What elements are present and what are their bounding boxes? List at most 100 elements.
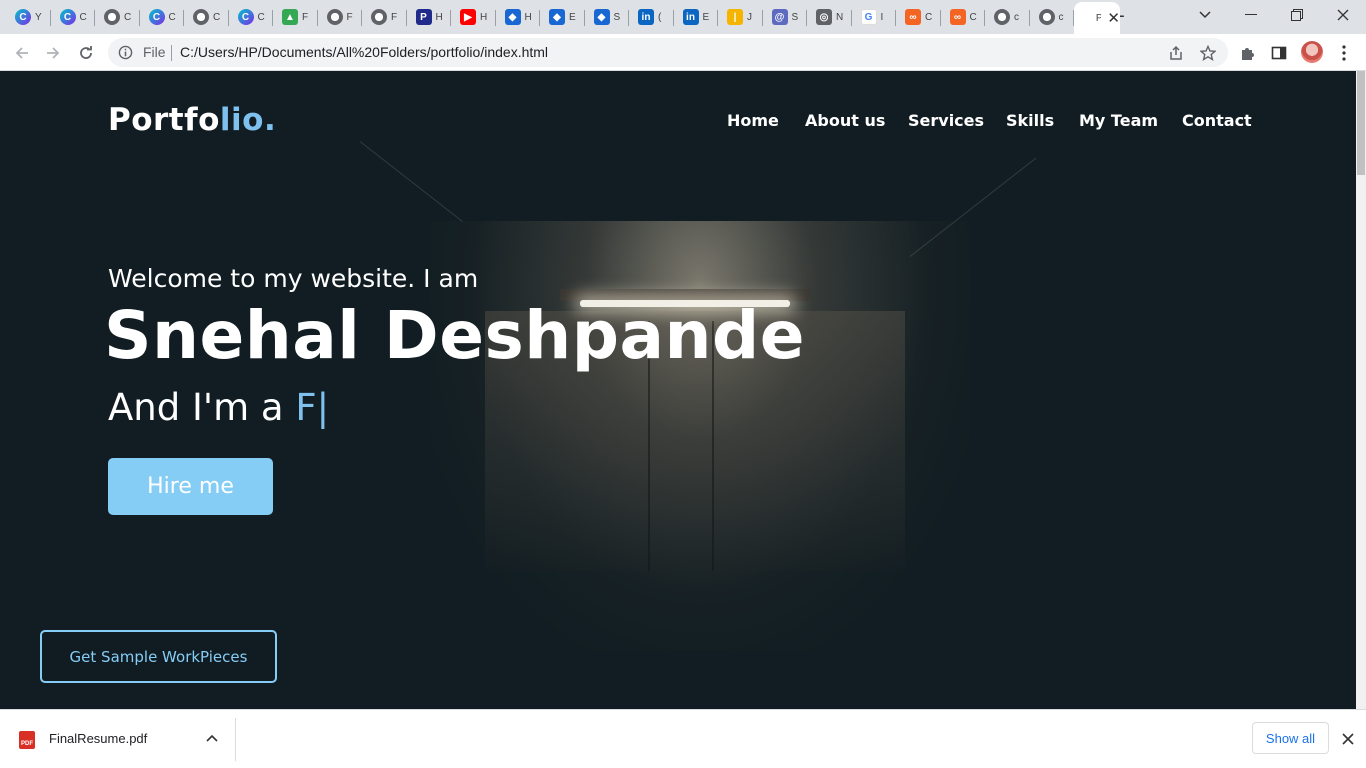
puzzle-icon — [1242, 48, 1254, 60]
nav-services[interactable]: Services — [908, 111, 984, 130]
address-divider — [171, 45, 172, 61]
extensions-button[interactable] — [1237, 43, 1257, 63]
back-button[interactable] — [9, 40, 35, 66]
hire-me-button[interactable]: Hire me — [108, 458, 273, 515]
chrome-icon: ◎ — [816, 9, 832, 25]
blue-arrow-icon: ◆ — [549, 9, 565, 25]
tab-title: H — [435, 11, 443, 23]
nav-home[interactable]: Home — [727, 111, 779, 130]
menu-button[interactable] — [1334, 43, 1354, 63]
browser-tab[interactable]: CC — [51, 3, 95, 31]
nav-about-us[interactable]: About us — [805, 111, 885, 130]
tab-active[interactable]: P ✕ — [1074, 2, 1120, 34]
site-logo[interactable]: Portfolio. — [108, 102, 276, 138]
forward-button[interactable] — [40, 40, 66, 66]
typed-role-text: F — [295, 386, 317, 429]
globe-icon — [1038, 9, 1055, 25]
tab-title: C — [257, 11, 265, 23]
close-tab-icon[interactable]: ✕ — [1107, 10, 1120, 26]
page-viewport: Portfolio. Home About us Services Skills… — [0, 71, 1356, 709]
side-panel-button[interactable] — [1269, 43, 1289, 63]
browser-tab[interactable]: | J — [718, 3, 763, 31]
tab-title: C — [969, 11, 977, 23]
tab-title: S — [791, 11, 799, 23]
google-icon: G — [860, 9, 877, 25]
browser-tab[interactable]: c — [985, 3, 1030, 31]
browser-tab-strip: + CYCCCCCCCC▲FFFPH▶H◆H◆E◆Sin(inE|J@S◎NGI… — [0, 0, 1366, 34]
browser-tab[interactable]: CY — [6, 3, 51, 31]
page-scrollbar[interactable] — [1356, 71, 1366, 709]
pinterest-icon: P — [415, 9, 432, 25]
linkedin-icon: in — [638, 9, 654, 25]
side-panel-icon — [1271, 46, 1287, 60]
kebab-menu-icon — [1342, 45, 1346, 61]
browser-tab[interactable]: F — [318, 3, 362, 31]
browser-tab[interactable]: ◎ N — [807, 3, 852, 31]
pdf-file-icon: PDF — [19, 731, 35, 749]
share-button[interactable] — [1166, 43, 1186, 63]
tab-title: E — [569, 11, 576, 23]
restore-button[interactable] — [1274, 0, 1320, 30]
orange-app-icon: ∞ — [949, 9, 966, 25]
tab-title: F — [346, 11, 353, 23]
close-download-shelf-button[interactable] — [1338, 729, 1358, 749]
browser-tab[interactable]: ◆ H — [496, 3, 540, 31]
browser-tab[interactable]: @ S — [763, 3, 807, 31]
tab-search-button[interactable] — [1182, 0, 1228, 30]
browser-tab[interactable]: ▶ H — [451, 3, 496, 31]
browser-tab[interactable]: CC — [140, 3, 184, 31]
globe-icon — [994, 9, 1010, 25]
browser-tab[interactable]: CC — [229, 3, 273, 31]
canva-icon: C — [15, 9, 31, 25]
minimize-button[interactable] — [1228, 0, 1274, 30]
nav-my-team[interactable]: My Team — [1079, 111, 1158, 130]
browser-tab[interactable]: ◆ E — [540, 3, 585, 31]
spiral-icon: @ — [771, 9, 788, 25]
back-arrow-icon — [15, 47, 28, 59]
hero-name: Snehal Deshpande — [104, 297, 805, 374]
hero-role-line: And I'm a F| — [108, 386, 329, 429]
show-all-downloads-button[interactable]: Show all — [1252, 722, 1329, 754]
browser-tab[interactable]: PH — [407, 3, 451, 31]
download-shelf: PDF FinalResume.pdf Show all — [0, 709, 1366, 768]
browser-tab[interactable]: F — [362, 3, 407, 31]
browser-tab[interactable]: C — [95, 3, 140, 31]
browser-tab[interactable]: C — [184, 3, 229, 31]
browser-tab[interactable]: GI — [852, 3, 896, 31]
info-icon[interactable] — [118, 45, 133, 60]
browser-tab[interactable]: ▲ F — [273, 3, 318, 31]
tab-title: ( — [658, 11, 662, 23]
browser-tab[interactable]: ∞ C — [941, 3, 985, 31]
profile-avatar[interactable] — [1301, 41, 1323, 63]
role-prefix: And I'm a — [108, 386, 296, 429]
browser-tab[interactable]: ∞ C — [896, 3, 941, 31]
tab-title: C — [925, 11, 933, 23]
close-window-button[interactable] — [1320, 0, 1366, 30]
tab-title: F — [391, 11, 398, 23]
chevron-up-icon[interactable] — [204, 730, 220, 746]
browser-tab[interactable]: ◆ S — [585, 3, 629, 31]
tab-title: Y — [35, 11, 42, 23]
address-bar[interactable]: File C:/Users/HP/Documents/All%20Folders… — [108, 38, 1228, 67]
download-item[interactable]: PDF FinalResume.pdf — [0, 718, 236, 761]
nav-contact[interactable]: Contact — [1182, 111, 1252, 130]
scrollbar-thumb[interactable] — [1357, 71, 1365, 175]
browser-tab[interactable]: c — [1030, 3, 1074, 31]
youtube-icon: ▶ — [460, 9, 476, 25]
sample-workpieces-button[interactable]: Get Sample WorkPieces — [40, 630, 277, 683]
bookmark-button[interactable] — [1198, 43, 1218, 63]
tab-title: c — [1058, 11, 1064, 23]
tab-title: H — [480, 11, 488, 23]
url-text[interactable]: C:/Users/HP/Documents/All%20Folders/port… — [180, 44, 548, 60]
browser-tab[interactable]: in E — [674, 3, 718, 31]
download-file-name[interactable]: FinalResume.pdf — [49, 731, 147, 746]
browser-tab[interactable]: in ( — [629, 3, 674, 31]
orange-app-icon: ∞ — [905, 9, 921, 25]
reload-button[interactable] — [73, 40, 99, 66]
tab-title: S — [613, 11, 621, 23]
close-icon — [1337, 9, 1349, 21]
close-icon — [1342, 733, 1354, 745]
nav-skills[interactable]: Skills — [1006, 111, 1054, 130]
canva-icon: C — [148, 9, 165, 25]
canva-icon: C — [237, 9, 254, 25]
